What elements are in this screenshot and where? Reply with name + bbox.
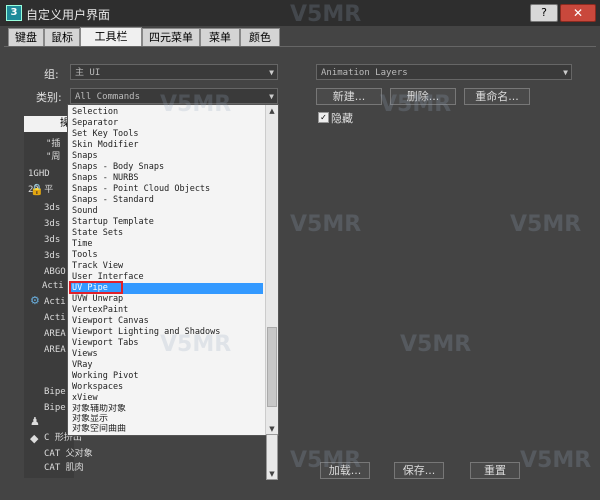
toolbar-select-value: Animation Layers xyxy=(321,68,408,78)
tab-mouse[interactable]: 鼠标 xyxy=(44,28,80,47)
dropdown-item[interactable]: Tools xyxy=(70,250,263,261)
save-button[interactable]: 保存... xyxy=(394,462,444,479)
dropdown-item[interactable]: 对象空间曲曲 xyxy=(70,424,263,434)
group-select[interactable]: 主 UI ▼ xyxy=(70,64,278,80)
dropdown-item[interactable]: Working Pivot xyxy=(70,371,263,382)
window-title: 自定义用户界面 xyxy=(26,8,111,22)
tab-toolbars[interactable]: 工具栏 xyxy=(80,27,142,47)
dropdown-item[interactable]: State Sets xyxy=(70,228,263,239)
chevron-down-icon: ▼ xyxy=(269,68,274,77)
watermark: V5MR xyxy=(510,212,582,237)
category-label: 类别: xyxy=(36,91,62,104)
dropdown-item[interactable]: VRay xyxy=(70,360,263,371)
dropdown-item[interactable]: Track View xyxy=(70,261,263,272)
biped-icon: ♟ xyxy=(30,415,40,428)
app-icon: 3 xyxy=(6,5,22,21)
scroll-up-icon[interactable]: ▲ xyxy=(266,105,278,117)
watermark: V5MR xyxy=(290,2,362,27)
dropdown-item-selected[interactable]: UV Pipe xyxy=(70,283,263,294)
scrollbar-thumb[interactable] xyxy=(267,327,277,407)
watermark: V5MR xyxy=(290,448,362,473)
category-dropdown-list[interactable]: Selection Separator Set Key Tools Skin M… xyxy=(67,104,279,436)
dropdown-item[interactable]: xView xyxy=(70,393,263,404)
watermark: V5MR xyxy=(160,92,232,117)
list-item[interactable]: CAT 父对象 xyxy=(44,448,124,461)
rename-toolbar-button[interactable]: 重命名... xyxy=(464,88,530,105)
lock-icon: 🔒 xyxy=(30,183,44,196)
dropdown-item[interactable]: Time xyxy=(70,239,263,250)
tab-colors[interactable]: 颜色 xyxy=(240,28,280,47)
dropdown-item[interactable]: Viewport Canvas xyxy=(70,316,263,327)
dropdown-item[interactable]: Set Key Tools xyxy=(70,129,263,140)
dropdown-item[interactable]: Snaps xyxy=(70,151,263,162)
group-label: 组: xyxy=(44,68,59,81)
hide-label: 隐藏 xyxy=(331,112,353,125)
watermark: V5MR xyxy=(400,332,472,357)
dropdown-item[interactable]: Separator xyxy=(70,118,263,129)
dropdown-item[interactable]: Workspaces xyxy=(70,382,263,393)
dropdown-item[interactable]: Snaps - Point Cloud Objects xyxy=(70,184,263,195)
dropdown-scrollbar[interactable]: ▲ ▼ xyxy=(265,105,278,435)
tab-menus[interactable]: 菜单 xyxy=(200,28,240,47)
toolbar-select[interactable]: Animation Layers ▼ xyxy=(316,64,572,80)
close-button[interactable]: ✕ xyxy=(560,4,596,22)
dropdown-item[interactable]: Skin Modifier xyxy=(70,140,263,151)
reset-button[interactable]: 重置 xyxy=(470,462,520,479)
watermark: V5MR xyxy=(290,212,362,237)
tab-keyboard[interactable]: 键盘 xyxy=(8,28,44,47)
chevron-down-icon: ▼ xyxy=(269,92,274,101)
action-list-scrollbar[interactable]: ▼ xyxy=(266,434,278,480)
dropdown-item[interactable]: Sound xyxy=(70,206,263,217)
dropdown-item[interactable]: UVW Unwrap xyxy=(70,294,263,305)
category-value: All Commands xyxy=(75,92,141,102)
tab-quad-menus[interactable]: 四元菜单 xyxy=(142,28,200,47)
list-item[interactable]: CAT 肌肉 xyxy=(44,462,124,475)
group-value: 主 UI xyxy=(75,68,101,78)
dropdown-item[interactable]: Snaps - Body Snaps xyxy=(70,162,263,173)
dropdown-item[interactable]: User Interface xyxy=(70,272,263,283)
help-button[interactable]: ? xyxy=(530,4,558,22)
dropdown-item[interactable]: Startup Template xyxy=(70,217,263,228)
hide-checkbox[interactable]: ✓ xyxy=(318,112,329,123)
chevron-down-icon: ▼ xyxy=(563,68,568,77)
watermark: V5MR xyxy=(160,332,232,357)
dropdown-item[interactable]: VertexPaint xyxy=(70,305,263,316)
new-toolbar-button[interactable]: 新建... xyxy=(316,88,382,105)
gear-icon: ⚙ xyxy=(30,294,40,307)
watermark: V5MR xyxy=(380,92,452,117)
dropdown-item[interactable]: Snaps - NURBS xyxy=(70,173,263,184)
shape-icon: ◆ xyxy=(30,432,39,445)
watermark: V5MR xyxy=(520,448,592,473)
dropdown-item[interactable]: Snaps - Standard xyxy=(70,195,263,206)
scroll-down-icon[interactable]: ▼ xyxy=(267,469,277,479)
